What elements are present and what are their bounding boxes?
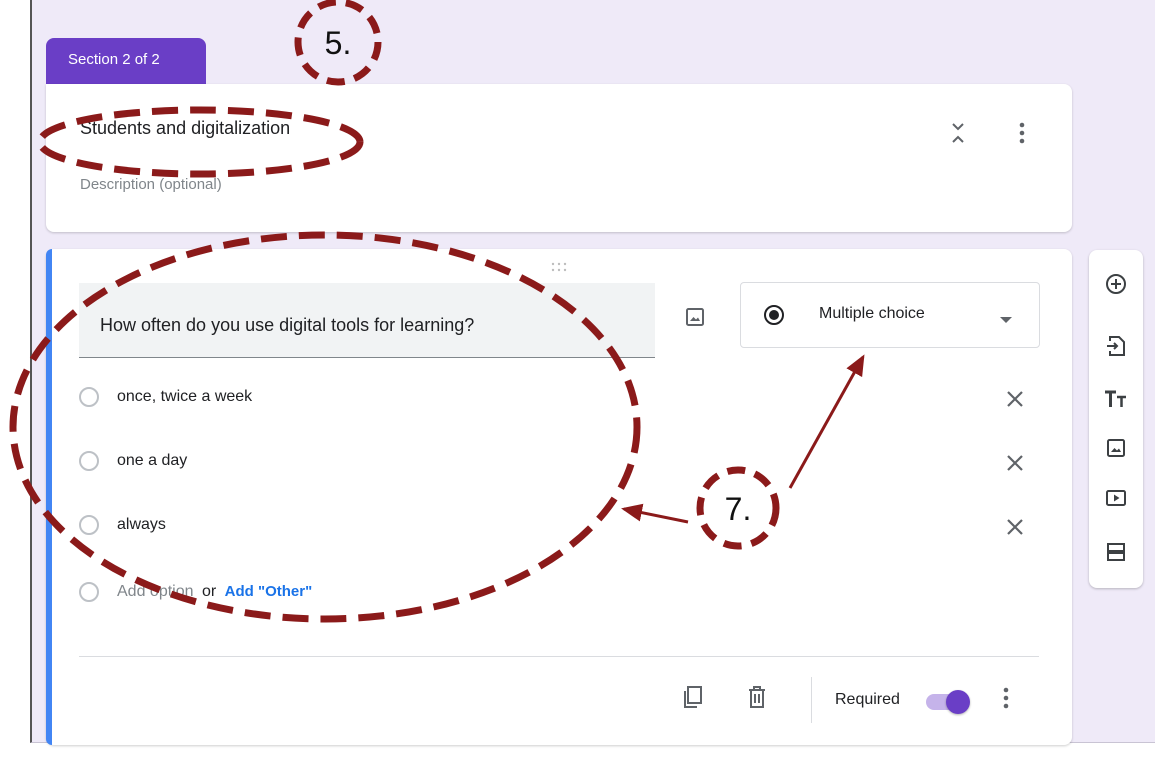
required-label: Required <box>835 691 900 708</box>
drag-handle-icon[interactable] <box>549 259 569 273</box>
option-label[interactable]: once, twice a week <box>117 388 252 406</box>
question-more-options-icon[interactable] <box>996 683 1016 713</box>
duplicate-icon[interactable] <box>678 681 708 713</box>
add-section-icon[interactable] <box>1100 536 1132 568</box>
add-option-row: Add option or Add "Other" <box>79 580 1029 610</box>
add-other-button[interactable]: Add "Other" <box>225 583 313 600</box>
required-toggle-knob[interactable] <box>946 690 970 714</box>
option-row[interactable]: always <box>79 513 1029 543</box>
footer-vertical-divider <box>811 677 812 723</box>
add-title-icon[interactable] <box>1100 383 1132 415</box>
section-tab: Section 2 of 2 <box>46 38 206 84</box>
option-radio-icon <box>79 387 99 407</box>
add-option-line: Add option or Add "Other" <box>117 583 312 601</box>
section-title[interactable]: Students and digitalization <box>80 118 290 139</box>
add-question-icon[interactable] <box>1100 268 1132 300</box>
question-text: How often do you use digital tools for l… <box>100 315 475 335</box>
add-video-icon[interactable] <box>1100 482 1132 514</box>
add-image-icon[interactable] <box>1100 432 1132 464</box>
option-label[interactable]: always <box>117 516 166 534</box>
import-questions-icon[interactable] <box>1100 330 1132 362</box>
remove-option-icon[interactable] <box>1001 385 1029 413</box>
option-row[interactable]: once, twice a week <box>79 385 1029 415</box>
question-title-field[interactable]: How often do you use digital tools for l… <box>79 283 655 358</box>
active-card-indicator <box>46 249 52 745</box>
or-text: or <box>201 583 217 600</box>
add-option-button[interactable]: Add option <box>117 583 194 600</box>
question-type-select[interactable]: Multiple choice <box>740 282 1040 348</box>
section-tab-label: Section 2 of 2 <box>68 51 160 68</box>
option-row[interactable]: one a day <box>79 449 1029 479</box>
dropdown-arrow-icon <box>999 311 1013 323</box>
add-image-icon[interactable] <box>680 302 710 332</box>
question-type-label: Multiple choice <box>819 305 925 322</box>
section-description-field[interactable]: Description (optional) <box>80 176 222 193</box>
footer-divider <box>79 656 1039 657</box>
remove-option-icon[interactable] <box>1001 513 1029 541</box>
delete-icon[interactable] <box>742 681 772 713</box>
floating-toolbar <box>1089 250 1143 588</box>
question-card[interactable]: How often do you use digital tools for l… <box>46 249 1072 745</box>
section-more-options-icon[interactable] <box>1008 118 1036 148</box>
radio-button-icon <box>763 304 785 326</box>
section-header-card[interactable]: Students and digitalization Description … <box>46 84 1072 232</box>
option-label[interactable]: one a day <box>117 452 187 470</box>
collapse-section-icon[interactable] <box>944 118 972 148</box>
option-radio-icon <box>79 451 99 471</box>
remove-option-icon[interactable] <box>1001 449 1029 477</box>
option-radio-icon <box>79 582 99 602</box>
option-radio-icon <box>79 515 99 535</box>
